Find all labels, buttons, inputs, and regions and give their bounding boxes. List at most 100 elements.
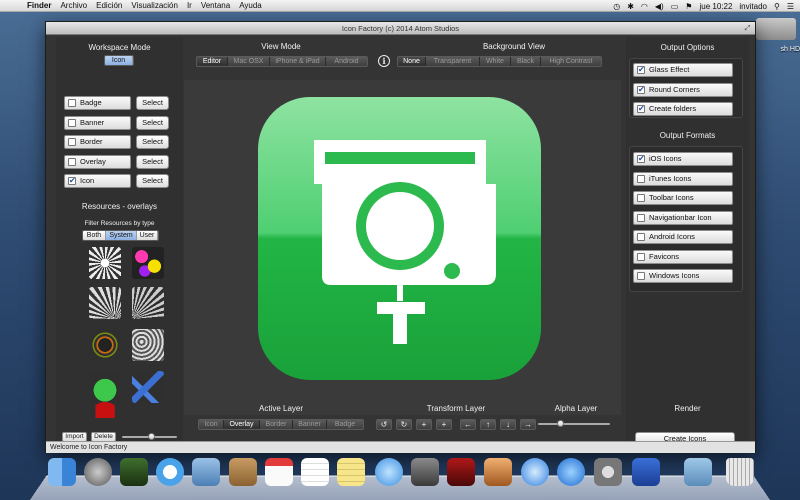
format-windows-icons[interactable]: Windows Icons [633,269,733,283]
select-banner-button[interactable]: Select [136,115,169,130]
filter-system[interactable]: System [106,231,137,240]
workspace-mode-icon-option[interactable]: Icon [105,56,133,65]
app-store-dock-icon[interactable] [557,458,585,486]
option-glass-effect[interactable]: Glass Effect [633,63,733,77]
checkbox-icon[interactable] [637,174,645,183]
background-high-contrast[interactable]: High Contrast [541,57,601,66]
move-left-icon[interactable]: ← [460,419,476,430]
resource-thumb-red-ornament[interactable] [89,402,121,418]
editor-canvas[interactable] [184,80,621,415]
format-navigationbar-icon[interactable]: Navigationbar Icon [633,210,733,225]
view-mode-iphone-ipad[interactable]: iPhone & iPad [270,57,326,66]
volume-icon[interactable]: ◀) [655,2,664,11]
layer-checkbox-border[interactable]: Border [64,135,131,149]
spotlight-icon[interactable]: ⚲ [774,2,780,11]
checkbox-icon[interactable] [637,84,645,96]
checkbox-icon[interactable] [637,252,645,261]
layer-checkbox-icon[interactable]: Icon [64,174,131,188]
checkbox-icon[interactable] [68,118,76,127]
checkbox-icon[interactable] [637,103,645,115]
filter-user[interactable]: User [137,231,158,240]
background-white[interactable]: White [480,57,511,66]
contacts-dock-icon[interactable] [229,458,257,486]
menu-finder[interactable]: Finder [27,1,51,10]
select-border-button[interactable]: Select [136,135,169,149]
facetime-dock-icon[interactable] [411,458,439,486]
checkbox-icon[interactable] [68,138,76,146]
resource-thumb-blue-shapes[interactable] [132,371,164,403]
messages-dock-icon[interactable] [375,458,403,486]
zoom-in-icon[interactable]: + [416,419,432,430]
move-down-icon[interactable]: ↓ [500,419,516,430]
view-mode-editor[interactable]: Editor [197,57,228,66]
resource-thumb-rays-alt[interactable] [132,287,164,319]
reminders-dock-icon[interactable] [301,458,329,486]
rotate-left-icon[interactable]: ↺ [376,419,392,430]
wifi-icon[interactable]: ◠ [641,2,648,11]
layer-checkbox-badge[interactable]: Badge [64,96,131,110]
user-menu[interactable]: invitado [739,2,767,11]
menu-archivo[interactable]: Archivo [60,1,87,10]
menu-visualizacion[interactable]: Visualización [131,1,178,10]
time-machine-icon[interactable]: ◷ [613,2,620,11]
icon-factory-dock-icon[interactable] [632,458,660,486]
select-icon-button[interactable]: Select [136,174,169,188]
select-badge-button[interactable]: Select [136,96,169,110]
thumbnail-size-slider-knob[interactable] [148,433,155,440]
active-layer-banner[interactable]: Banner [293,420,327,429]
menu-edicion[interactable]: Edición [96,1,122,10]
hard-drive-icon[interactable] [756,18,796,40]
resource-thumb-noise[interactable] [132,329,164,361]
bluetooth-icon[interactable]: ✱ [627,2,634,11]
format-android-icons[interactable]: Android Icons [633,230,733,244]
format-ios-icons[interactable]: iOS Icons [633,152,733,166]
photo-booth-dock-icon[interactable] [447,458,475,486]
checkbox-icon[interactable] [68,157,76,166]
layer-checkbox-overlay[interactable]: Overlay [64,154,131,169]
background-black[interactable]: Black [511,57,541,66]
launchpad-dock-icon[interactable] [84,458,112,486]
resource-thumb-green-pattern[interactable] [89,371,121,403]
mission-control-dock-icon[interactable] [120,458,148,486]
checkbox-icon[interactable] [637,233,645,241]
notification-center-icon[interactable]: ☰ [787,2,794,11]
resource-thumb-color-splat[interactable] [132,247,164,279]
alpha-slider[interactable] [538,419,610,429]
resource-thumb-rays[interactable] [89,287,121,319]
active-layer-overlay[interactable]: Overlay [224,420,260,429]
resource-thumb-starburst[interactable] [89,247,121,279]
active-layer-border[interactable]: Border [260,420,293,429]
menu-ir[interactable]: Ir [187,1,192,10]
checkbox-icon[interactable] [637,272,645,280]
itunes-dock-icon[interactable] [521,458,549,486]
checkbox-icon[interactable] [637,64,645,76]
safari-dock-icon[interactable] [156,458,184,486]
resource-thumb-ornament[interactable] [89,329,121,361]
checkbox-icon[interactable] [68,99,76,107]
system-preferences-dock-icon[interactable] [594,458,622,486]
checkbox-icon[interactable] [68,175,76,187]
battery-icon[interactable]: ▭ [671,2,679,11]
window-titlebar[interactable]: Icon Factory (c) 2014 Atom Studios ⤢ [46,22,755,35]
format-toolbar-icons[interactable]: Toolbar Icons [633,191,733,205]
filter-both[interactable]: Both [83,231,106,240]
clock[interactable]: jue 10:22 [699,2,732,11]
move-right-icon[interactable]: → [520,419,536,430]
checkbox-icon[interactable] [637,153,645,165]
notes-dock-icon[interactable] [337,458,365,486]
calendar-dock-icon[interactable] [265,458,293,486]
trash-dock-icon[interactable] [726,458,754,486]
mail-dock-icon[interactable] [192,458,220,486]
zoom-in-alt-icon[interactable]: + [436,419,452,430]
option-create-folders[interactable]: Create folders [633,102,733,116]
rotate-right-icon[interactable]: ↻ [396,419,412,430]
view-mode-android[interactable]: Android [326,57,367,66]
background-none[interactable]: None [398,57,426,66]
info-icon[interactable]: i [378,55,390,67]
menu-ventana[interactable]: Ventana [201,1,230,10]
checkbox-icon[interactable] [637,213,645,222]
format-itunes-icons[interactable]: iTunes Icons [633,171,733,186]
checkbox-icon[interactable] [637,194,645,202]
background-transparent[interactable]: Transparent [426,57,480,66]
active-layer-badge[interactable]: Badge [327,420,363,429]
